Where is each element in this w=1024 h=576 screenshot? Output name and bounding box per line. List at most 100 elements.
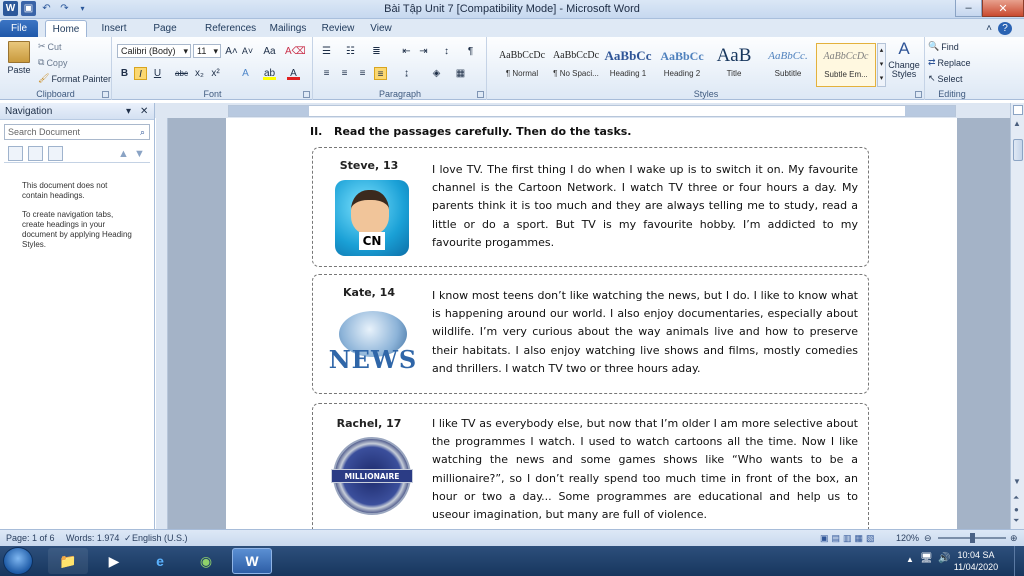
show-desktop-button[interactable]	[1014, 546, 1024, 576]
style-subtitle[interactable]: AaBbCc. Subtitle	[758, 43, 818, 87]
scroll-down-icon[interactable]: ▼	[1013, 477, 1021, 486]
zoom-level[interactable]: 120%	[896, 533, 919, 543]
word-count[interactable]: Words: 1.974	[66, 533, 119, 543]
superscript-icon[interactable]: x²	[209, 67, 222, 80]
zoom-in-icon[interactable]: ⊕	[1010, 533, 1018, 544]
decrease-indent-icon[interactable]: ⇤	[400, 45, 413, 58]
find-button[interactable]: 🔍 Find	[928, 41, 959, 52]
pane-options-icon[interactable]: ▾	[126, 103, 131, 120]
tab-review[interactable]: Review	[320, 20, 356, 37]
coccoc-browser-icon[interactable]: ◉	[186, 548, 226, 574]
document-page[interactable]: II. Read the passages carefully. Then do…	[226, 118, 957, 538]
file-explorer-icon[interactable]: 📁	[48, 548, 88, 574]
copy-button[interactable]: ⧉ Copy	[38, 57, 67, 68]
change-case-icon[interactable]: Aa	[263, 45, 276, 58]
select-browse-object-icon[interactable]: ●	[1014, 505, 1019, 514]
minimize-ribbon-icon[interactable]: ˄	[982, 20, 996, 37]
shrink-font-icon[interactable]: A˅	[241, 45, 254, 58]
format-painter-button[interactable]: 🖌 Format Painter	[38, 73, 111, 84]
page-count[interactable]: Page: 1 of 6	[6, 533, 55, 543]
text-effects-icon[interactable]: A	[239, 67, 252, 80]
minimize-button[interactable]: –	[955, 0, 982, 17]
network-icon[interactable]: 🖥	[920, 553, 933, 564]
next-result-icon[interactable]: ▼	[134, 148, 145, 160]
styles-scroll[interactable]: ▴ ▾ ▾	[877, 43, 886, 87]
font-name-combo[interactable]: Calibri (Body) ▾	[117, 44, 191, 58]
help-icon[interactable]: ?	[998, 22, 1012, 35]
show-hidden-icons[interactable]: ▲	[906, 555, 914, 564]
tab-file[interactable]: File	[0, 20, 38, 37]
style-subtle-emphasis[interactable]: AaBbCcDc Subtle Em...	[816, 43, 876, 87]
zoom-slider[interactable]	[938, 533, 1006, 543]
word-taskbar-icon[interactable]: W	[232, 548, 272, 574]
zoom-out-icon[interactable]: ⊖	[924, 533, 932, 544]
ruler-toggle-icon[interactable]	[1013, 105, 1023, 115]
tab-home[interactable]: Home	[45, 20, 87, 37]
increase-indent-icon[interactable]: ⇥	[417, 45, 430, 58]
clipboard-launcher-icon[interactable]	[102, 91, 109, 98]
replace-button[interactable]: ⇄ Replace	[928, 57, 971, 68]
justify-icon[interactable]: ≡	[374, 67, 387, 80]
system-clock[interactable]: 10:04 SA 11/04/2020	[948, 549, 1004, 573]
scrollbar-thumb[interactable]	[1013, 139, 1023, 161]
bullets-icon[interactable]: ☰	[320, 45, 333, 58]
tab-page-layout[interactable]: Page Layout	[138, 20, 192, 51]
paragraph-launcher-icon[interactable]	[477, 91, 484, 98]
align-center-icon[interactable]: ≡	[338, 67, 351, 80]
style-no-spacing[interactable]: AaBbCcDc ¶ No Spaci...	[546, 43, 606, 87]
strikethrough-icon[interactable]: abc	[175, 67, 188, 80]
proofing-icon[interactable]: ✓	[124, 533, 132, 544]
font-color-icon[interactable]: A	[287, 67, 300, 80]
change-styles-button[interactable]: A Change Styles	[886, 39, 922, 79]
tab-insert[interactable]: Insert	[92, 20, 136, 37]
align-left-icon[interactable]: ≡	[320, 67, 333, 80]
browse-headings-tab[interactable]	[8, 146, 23, 161]
font-size-combo[interactable]: 11 ▾	[193, 44, 221, 58]
media-player-icon[interactable]: ▶	[94, 548, 134, 574]
numbering-icon[interactable]: ☷	[344, 45, 357, 58]
bold-icon[interactable]: B	[118, 67, 131, 80]
previous-page-icon[interactable]: ⏶	[1013, 493, 1019, 503]
tab-view[interactable]: View	[366, 20, 396, 37]
internet-explorer-icon[interactable]: e	[140, 548, 180, 574]
style-normal[interactable]: AaBbCcDc ¶ Normal	[492, 43, 552, 87]
close-button[interactable]: ✕	[982, 0, 1024, 17]
browse-pages-tab[interactable]	[28, 146, 43, 161]
view-buttons[interactable]: ▣▤▥▦▧	[820, 533, 878, 544]
font-launcher-icon[interactable]	[303, 91, 310, 98]
align-right-icon[interactable]: ≡	[356, 67, 369, 80]
styles-launcher-icon[interactable]	[915, 91, 922, 98]
language-indicator[interactable]: English (U.S.)	[132, 533, 188, 543]
show-formatting-icon[interactable]: ¶	[464, 45, 477, 58]
clear-formatting-icon[interactable]: A⌫	[285, 45, 306, 58]
vertical-scrollbar[interactable]: ▲ ▼ ⏶ ● ⏷	[1010, 103, 1024, 529]
next-page-icon[interactable]: ⏷	[1013, 516, 1019, 526]
cut-button[interactable]: ✂ Cut	[38, 41, 62, 52]
borders-icon[interactable]: ▦	[454, 67, 467, 80]
subscript-icon[interactable]: x₂	[193, 67, 206, 80]
zoom-slider-handle[interactable]	[970, 533, 975, 543]
scroll-up-icon[interactable]: ▲	[1013, 119, 1021, 128]
italic-icon[interactable]: I	[134, 67, 147, 80]
line-spacing-icon[interactable]: ↨	[400, 67, 413, 80]
select-button[interactable]: ↖ Select	[928, 73, 963, 84]
tab-mailings[interactable]: Mailings	[267, 20, 309, 37]
style-heading-2[interactable]: AaBbCc Heading 2	[652, 43, 712, 87]
sort-icon[interactable]: ↕	[440, 45, 453, 58]
search-document-input[interactable]: Search Document ⌕	[4, 124, 150, 140]
close-pane-icon[interactable]: ✕	[140, 103, 148, 120]
style-title[interactable]: AaB Title	[704, 43, 764, 87]
paste-button[interactable]: Paste	[4, 41, 34, 75]
highlight-color-icon[interactable]: ab	[263, 67, 276, 80]
grow-font-icon[interactable]: A˄	[225, 45, 238, 58]
underline-icon[interactable]: U	[151, 67, 164, 80]
search-icon[interactable]: ⌕	[140, 125, 145, 139]
previous-result-icon[interactable]: ▲	[118, 148, 129, 160]
browse-results-tab[interactable]	[48, 146, 63, 161]
multilevel-list-icon[interactable]: ≣	[370, 45, 383, 58]
tab-references[interactable]: References	[205, 20, 256, 37]
start-button[interactable]	[3, 547, 33, 575]
horizontal-ruler[interactable]	[228, 105, 956, 117]
style-heading-1[interactable]: AaBbCc Heading 1	[598, 43, 658, 87]
shading-icon[interactable]: ◈	[430, 67, 443, 80]
